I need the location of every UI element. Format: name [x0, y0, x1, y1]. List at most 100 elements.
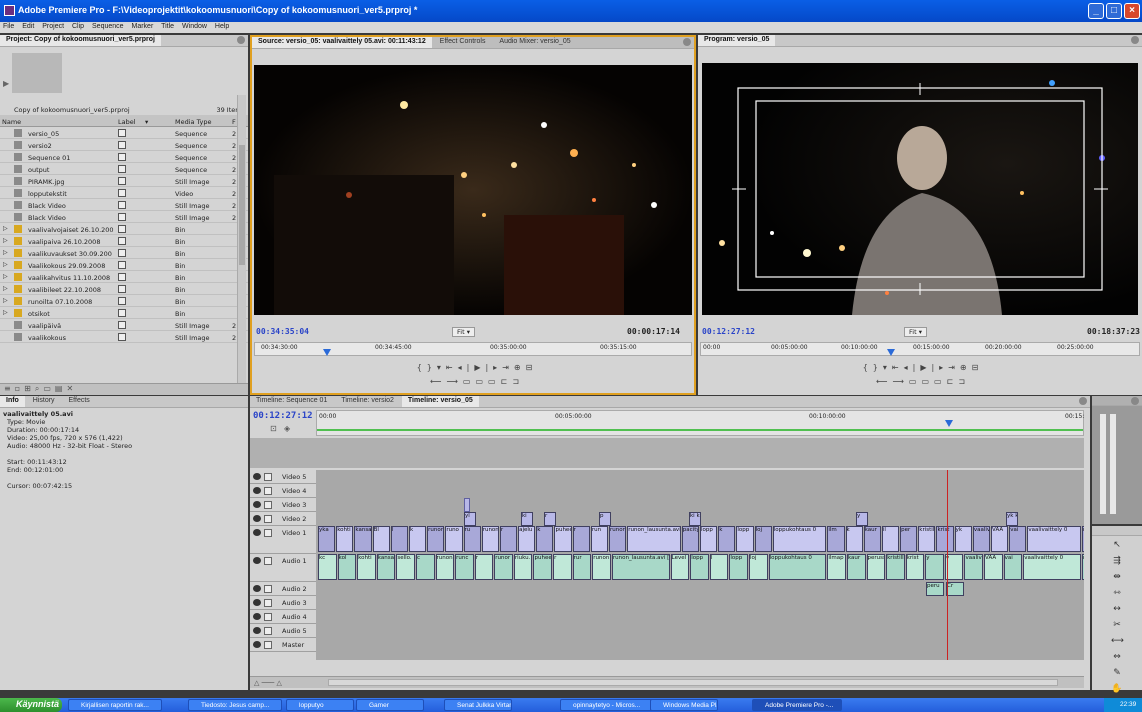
- lock-icon[interactable]: [264, 487, 272, 495]
- set-marker-icon[interactable]: ▾: [883, 363, 892, 372]
- taskbar-button[interactable]: Kirjallisen raportin rak...: [68, 699, 162, 711]
- label-swatch[interactable]: [118, 189, 126, 197]
- go-to-out-icon[interactable]: ⇥: [948, 363, 960, 372]
- col-media-type[interactable]: Media Type: [175, 118, 212, 126]
- audio1-clip[interactable]: runon_lausunta.avi [A]: [611, 554, 670, 580]
- project-item[interactable]: Sequence 01 Sequence 2: [0, 151, 248, 163]
- jog-icon[interactable]: ▭▭▭: [909, 377, 947, 386]
- panel-menu-icon[interactable]: [1131, 397, 1139, 405]
- expand-triangle-icon[interactable]: ▷: [3, 273, 8, 280]
- audio1-clip[interactable]: peruss: [866, 554, 886, 580]
- audio1-clip[interactable]: kansann: [376, 554, 396, 580]
- expand-triangle-icon[interactable]: ▷: [3, 297, 8, 304]
- play-in-out-icon[interactable]: ⟵: [876, 377, 892, 386]
- step-forward-icon[interactable]: |▸: [485, 363, 502, 372]
- audio1-clip[interactable]: puheen: [533, 554, 553, 580]
- chevron-down-icon[interactable]: ▾: [145, 118, 148, 126]
- shuttle-icon[interactable]: ⟶: [892, 377, 908, 386]
- label-swatch[interactable]: [118, 237, 126, 245]
- program-playhead-icon[interactable]: [887, 349, 895, 356]
- project-item[interactable]: output Sequence 2: [0, 163, 248, 175]
- track-header[interactable]: Audio 2: [250, 582, 316, 596]
- audio1-clip[interactable]: rur: [572, 554, 592, 580]
- project-item[interactable]: ▷ vaalivalvojaiset 26.10.200 Bin: [0, 223, 248, 235]
- timeline-time-ruler[interactable]: 00:00 00:05:00:00 00:10:00:00 00:15:: [316, 410, 1084, 436]
- expand-triangle-icon[interactable]: ▷: [3, 309, 8, 316]
- taskbar-button[interactable]: opinnaytetyo - Micros...: [560, 699, 654, 711]
- panel-menu-icon[interactable]: [683, 38, 691, 46]
- project-item[interactable]: ▷ vaalipaiva 26.10.2008 Bin: [0, 235, 248, 247]
- label-swatch[interactable]: [118, 261, 126, 269]
- program-video-frame[interactable]: [702, 63, 1138, 315]
- tab-effects[interactable]: Effects: [63, 396, 96, 407]
- video2-clip[interactable]: y: [856, 512, 868, 526]
- ripple-edit-tool-icon[interactable]: ⇹: [1111, 572, 1123, 584]
- video1-clip[interactable]: il: [881, 526, 900, 552]
- rolling-edit-tool-icon[interactable]: ⇿: [1111, 588, 1123, 600]
- audio1-clip[interactable]: y: [925, 554, 944, 580]
- mark-out-icon[interactable]: }: [427, 363, 437, 372]
- step-back-icon[interactable]: ◂|: [458, 363, 475, 372]
- audio2-track-row[interactable]: peru Cr: [316, 582, 1084, 596]
- label-swatch[interactable]: [118, 321, 126, 329]
- audio1-clip[interactable]: l: [709, 554, 729, 580]
- video1-clip[interactable]: kaur: [863, 526, 881, 552]
- audio1-clip[interactable]: loj: [748, 554, 768, 580]
- timeline-current-timecode[interactable]: 00:12:27:12: [253, 411, 313, 421]
- lock-icon[interactable]: [264, 557, 272, 565]
- tab-effect-controls[interactable]: Effect Controls: [434, 37, 492, 48]
- expand-triangle-icon[interactable]: ▷: [3, 237, 8, 244]
- label-swatch[interactable]: [118, 141, 126, 149]
- audio1-clip[interactable]: r: [1082, 554, 1084, 580]
- project-item[interactable]: Black Video Still Image 2: [0, 211, 248, 223]
- panel-menu-icon[interactable]: [1079, 397, 1087, 405]
- speaker-icon[interactable]: [253, 585, 261, 592]
- audio1-clip[interactable]: lopp: [729, 554, 748, 580]
- tab-source[interactable]: Source: versio_05: vaalivaittely 05.avi:…: [252, 37, 432, 48]
- video3-clip[interactable]: [464, 498, 470, 512]
- play-preview-icon[interactable]: ▶: [3, 79, 9, 88]
- tab-project[interactable]: Project: Copy of kokoomusnuori_ver5.prpr…: [0, 35, 161, 46]
- audio1-clip[interactable]: vaalivaittely 0: [1023, 554, 1081, 580]
- video1-clip[interactable]: runonlausun: [427, 526, 445, 552]
- label-swatch[interactable]: [118, 201, 126, 209]
- speaker-icon[interactable]: [253, 599, 261, 606]
- audio1-clip[interactable]: kristill: [886, 554, 905, 580]
- audio1-clip[interactable]: Level: [670, 554, 690, 580]
- audio1-clip[interactable]: kaur: [846, 554, 866, 580]
- delete-icon[interactable]: ✕: [66, 384, 77, 393]
- video1-clip[interactable]: lopp: [700, 526, 718, 552]
- set-marker-icon[interactable]: ▾: [437, 363, 446, 372]
- speaker-icon[interactable]: [253, 613, 261, 620]
- video1-clip[interactable]: loppukohtaus 0: [772, 526, 827, 552]
- label-swatch[interactable]: [118, 213, 126, 221]
- work-area-bar[interactable]: [317, 429, 1083, 431]
- horizontal-scrollbar[interactable]: [328, 679, 1058, 686]
- insert-icon[interactable]: ⊏: [501, 377, 513, 386]
- project-item[interactable]: ▷ Vaalikokous 29.09.2008 Bin: [0, 259, 248, 271]
- expand-triangle-icon[interactable]: ▷: [3, 225, 8, 232]
- label-swatch[interactable]: [118, 273, 126, 281]
- video1-clip[interactable]: l: [390, 526, 408, 552]
- label-swatch[interactable]: [118, 129, 126, 137]
- jog-icon[interactable]: ▭▭▭: [463, 377, 501, 386]
- track-header[interactable]: Video 4: [250, 484, 316, 498]
- video1-clip[interactable]: ilm: [827, 526, 845, 552]
- lock-icon[interactable]: [264, 585, 272, 593]
- snap-icon[interactable]: ⊡: [270, 424, 277, 433]
- loop-icon[interactable]: ⊕: [960, 363, 972, 372]
- video1-clip[interactable]: k: [845, 526, 863, 552]
- tab-timeline-versio2[interactable]: Timeline: versio2: [335, 396, 400, 407]
- video2-track-row[interactable]: yl kir p ki ki y yk ki: [316, 512, 1084, 526]
- label-swatch[interactable]: [118, 333, 126, 341]
- slip-tool-icon[interactable]: ⟷: [1111, 636, 1124, 648]
- razor-tool-icon[interactable]: ✂: [1111, 620, 1123, 632]
- video1-clip[interactable]: VAA: [991, 526, 1009, 552]
- tab-info[interactable]: Info: [0, 396, 25, 407]
- taskbar-button[interactable]: Gamer: [356, 699, 424, 711]
- step-back-icon[interactable]: ◂|: [904, 363, 921, 372]
- video2-clip[interactable]: yl: [464, 512, 476, 526]
- audio1-clip[interactable]: sello.: [396, 554, 415, 580]
- audio1-clip[interactable]: runor: [494, 554, 513, 580]
- video1-clip[interactable]: loj: [754, 526, 772, 552]
